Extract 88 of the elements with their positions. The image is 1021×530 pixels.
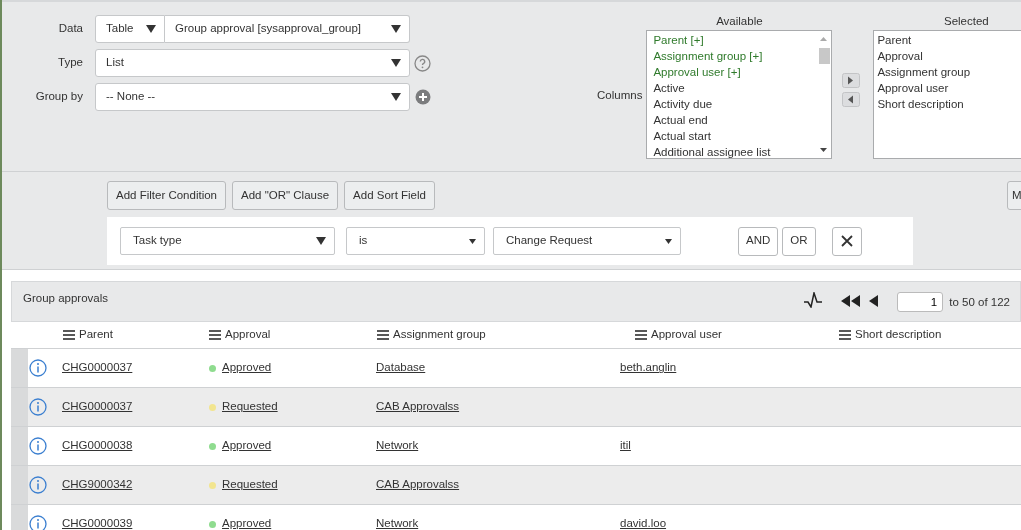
add-icon[interactable] xyxy=(415,89,431,105)
operator-dropdown[interactable]: is xyxy=(346,227,485,255)
selected-columns-list[interactable]: Parent Approval Assignment group Approval user Short description xyxy=(873,30,1021,160)
list-option[interactable]: Assignment group xyxy=(874,64,1021,81)
list-option[interactable]: Actual start xyxy=(650,128,818,145)
list-option[interactable]: Actual end xyxy=(650,112,818,129)
list-title: Group approvals xyxy=(23,291,109,306)
list-option[interactable]: Approval user [+] xyxy=(650,64,818,81)
column-header[interactable]: Approval xyxy=(209,326,271,344)
group-link[interactable]: CAB Approvalss xyxy=(376,398,460,416)
list-option[interactable]: Approval user xyxy=(874,80,1021,97)
list-heading: Selected xyxy=(944,14,989,29)
scroll-down-icon[interactable] xyxy=(820,148,828,153)
info-icon[interactable] xyxy=(29,437,47,455)
info-icon[interactable] xyxy=(29,515,47,530)
info-icon[interactable] xyxy=(29,359,47,377)
list-option[interactable]: Assignment group [+] xyxy=(650,48,818,65)
column-header[interactable]: Parent xyxy=(63,326,113,344)
move-left-icon[interactable] xyxy=(842,92,861,107)
column-header[interactable]: Assignment group xyxy=(377,326,486,344)
record-link[interactable]: CHG0000039 xyxy=(62,515,133,530)
field-label: Columns xyxy=(597,88,643,103)
type-dropdown[interactable]: List xyxy=(95,49,410,77)
group-link[interactable]: Network xyxy=(376,437,419,455)
filter-button[interactable]: Add Filter Condition xyxy=(107,181,226,211)
first-page-icon[interactable] xyxy=(840,294,863,308)
table-dropdown[interactable]: Group approval [sysapproval_group] xyxy=(165,15,410,43)
user-link[interactable]: david.loo xyxy=(620,515,667,530)
approval-link[interactable]: Approved xyxy=(222,359,272,377)
record-link[interactable]: CHG0000037 xyxy=(62,359,133,377)
approval-link[interactable]: Requested xyxy=(222,476,278,494)
caret-icon xyxy=(391,93,401,101)
caret-icon xyxy=(391,25,401,33)
record-link[interactable]: CHG0000037 xyxy=(62,398,133,416)
approval-link[interactable]: Approved xyxy=(222,515,272,530)
column-header[interactable]: Short description xyxy=(839,326,942,344)
previous-page-icon[interactable] xyxy=(868,294,880,308)
table-type-dropdown[interactable]: Table xyxy=(95,15,165,43)
user-link[interactable]: itil xyxy=(620,437,631,455)
available-columns-list[interactable]: Parent [+] Assignment group [+] Approval user [+] Active Activity due Actual end Actual start Additional assignee list xyxy=(646,30,833,160)
filter-button[interactable]: Add "OR" Clause xyxy=(232,181,339,211)
more-button[interactable]: M xyxy=(1007,181,1021,211)
close-icon xyxy=(840,235,853,247)
list-option[interactable]: Approval xyxy=(874,48,1021,65)
close-button[interactable] xyxy=(831,226,862,256)
info-icon[interactable] xyxy=(29,398,47,416)
approval-link[interactable]: Requested xyxy=(222,398,278,416)
menu-icon[interactable] xyxy=(209,330,221,340)
menu-icon[interactable] xyxy=(635,330,647,340)
field-dropdown[interactable]: Task type xyxy=(120,227,335,255)
menu-icon[interactable] xyxy=(63,330,75,340)
page-input[interactable]: 1 xyxy=(897,292,944,312)
caret-icon xyxy=(316,237,326,245)
caret-icon xyxy=(469,238,476,244)
field-label: Group by xyxy=(34,89,84,105)
list-option[interactable]: Short description xyxy=(874,96,1021,113)
record-link[interactable]: CHG9000342 xyxy=(62,476,133,494)
condition-button[interactable]: OR xyxy=(782,226,816,256)
move-right-icon[interactable] xyxy=(842,73,861,88)
condition-button[interactable]: AND xyxy=(738,226,779,256)
caret-icon xyxy=(665,238,672,244)
record-link[interactable]: CHG0000038 xyxy=(62,437,133,455)
info-icon[interactable] xyxy=(29,476,47,494)
menu-icon[interactable] xyxy=(839,330,851,340)
group-link[interactable]: CAB Approvalss xyxy=(376,476,460,494)
scrollbar-thumb[interactable] xyxy=(819,48,831,65)
value-dropdown[interactable]: Change Request xyxy=(493,227,681,255)
group-link[interactable]: Database xyxy=(376,359,426,377)
menu-icon[interactable] xyxy=(377,330,389,340)
caret-icon xyxy=(391,59,401,67)
list-option[interactable]: Active xyxy=(650,80,818,97)
approval-link[interactable]: Approved xyxy=(222,437,272,455)
column-header[interactable]: Approval user xyxy=(635,326,722,344)
field-label: Type xyxy=(57,55,84,71)
field-label: Data xyxy=(57,21,84,37)
user-link[interactable]: beth.anglin xyxy=(620,359,677,377)
group-by-dropdown[interactable]: -- None -- xyxy=(95,83,410,111)
help-icon[interactable] xyxy=(414,54,431,72)
page-range-text: to 50 of 122 xyxy=(949,295,1010,310)
filter-button[interactable]: Add Sort Field xyxy=(344,181,435,211)
list-option[interactable]: Additional assignee list xyxy=(650,144,818,161)
activity-icon[interactable] xyxy=(803,292,824,308)
list-option[interactable]: Activity due xyxy=(650,96,818,113)
caret-icon xyxy=(146,25,156,33)
list-option[interactable]: Parent xyxy=(874,32,1021,49)
list-option[interactable]: Parent [+] xyxy=(650,32,818,49)
group-link[interactable]: Network xyxy=(376,515,419,530)
list-heading: Available xyxy=(716,14,763,29)
